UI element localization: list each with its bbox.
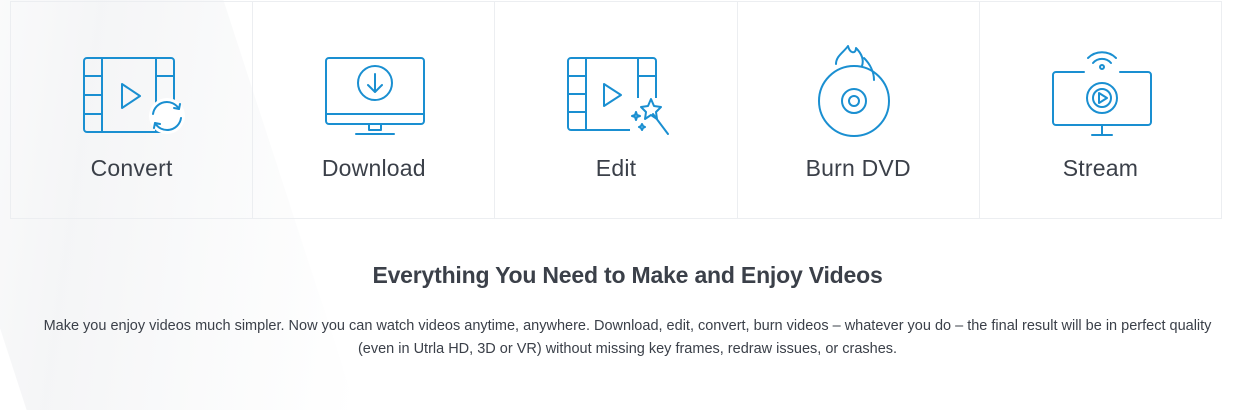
feature-label: Download	[321, 155, 426, 181]
feature-download[interactable]: Download	[253, 2, 496, 218]
convert-icon	[72, 42, 192, 142]
feature-stream[interactable]: Stream	[980, 2, 1221, 218]
feature-convert[interactable]: Convert	[11, 2, 254, 218]
edit-icon	[556, 42, 676, 142]
feature-label: Burn DVD	[805, 155, 911, 181]
download-icon	[314, 42, 434, 142]
feature-edit[interactable]: Edit	[495, 2, 738, 218]
intro-section: Everything You Need to Make and Enjoy Vi…	[0, 262, 1255, 361]
feature-grid: Convert Download Edit Burn DVD Stream	[10, 1, 1222, 219]
feature-burn-dvd[interactable]: Burn DVD	[738, 2, 980, 218]
section-description: Make you enjoy videos much simpler. Now …	[43, 318, 1212, 357]
section-title: Everything You Need to Make and Enjoy Vi…	[372, 262, 883, 288]
feature-label: Stream	[1062, 155, 1139, 181]
feature-label: Convert	[90, 155, 173, 181]
burn-dvd-icon	[798, 42, 918, 142]
feature-label: Edit	[595, 155, 637, 181]
stream-icon	[1040, 42, 1160, 142]
